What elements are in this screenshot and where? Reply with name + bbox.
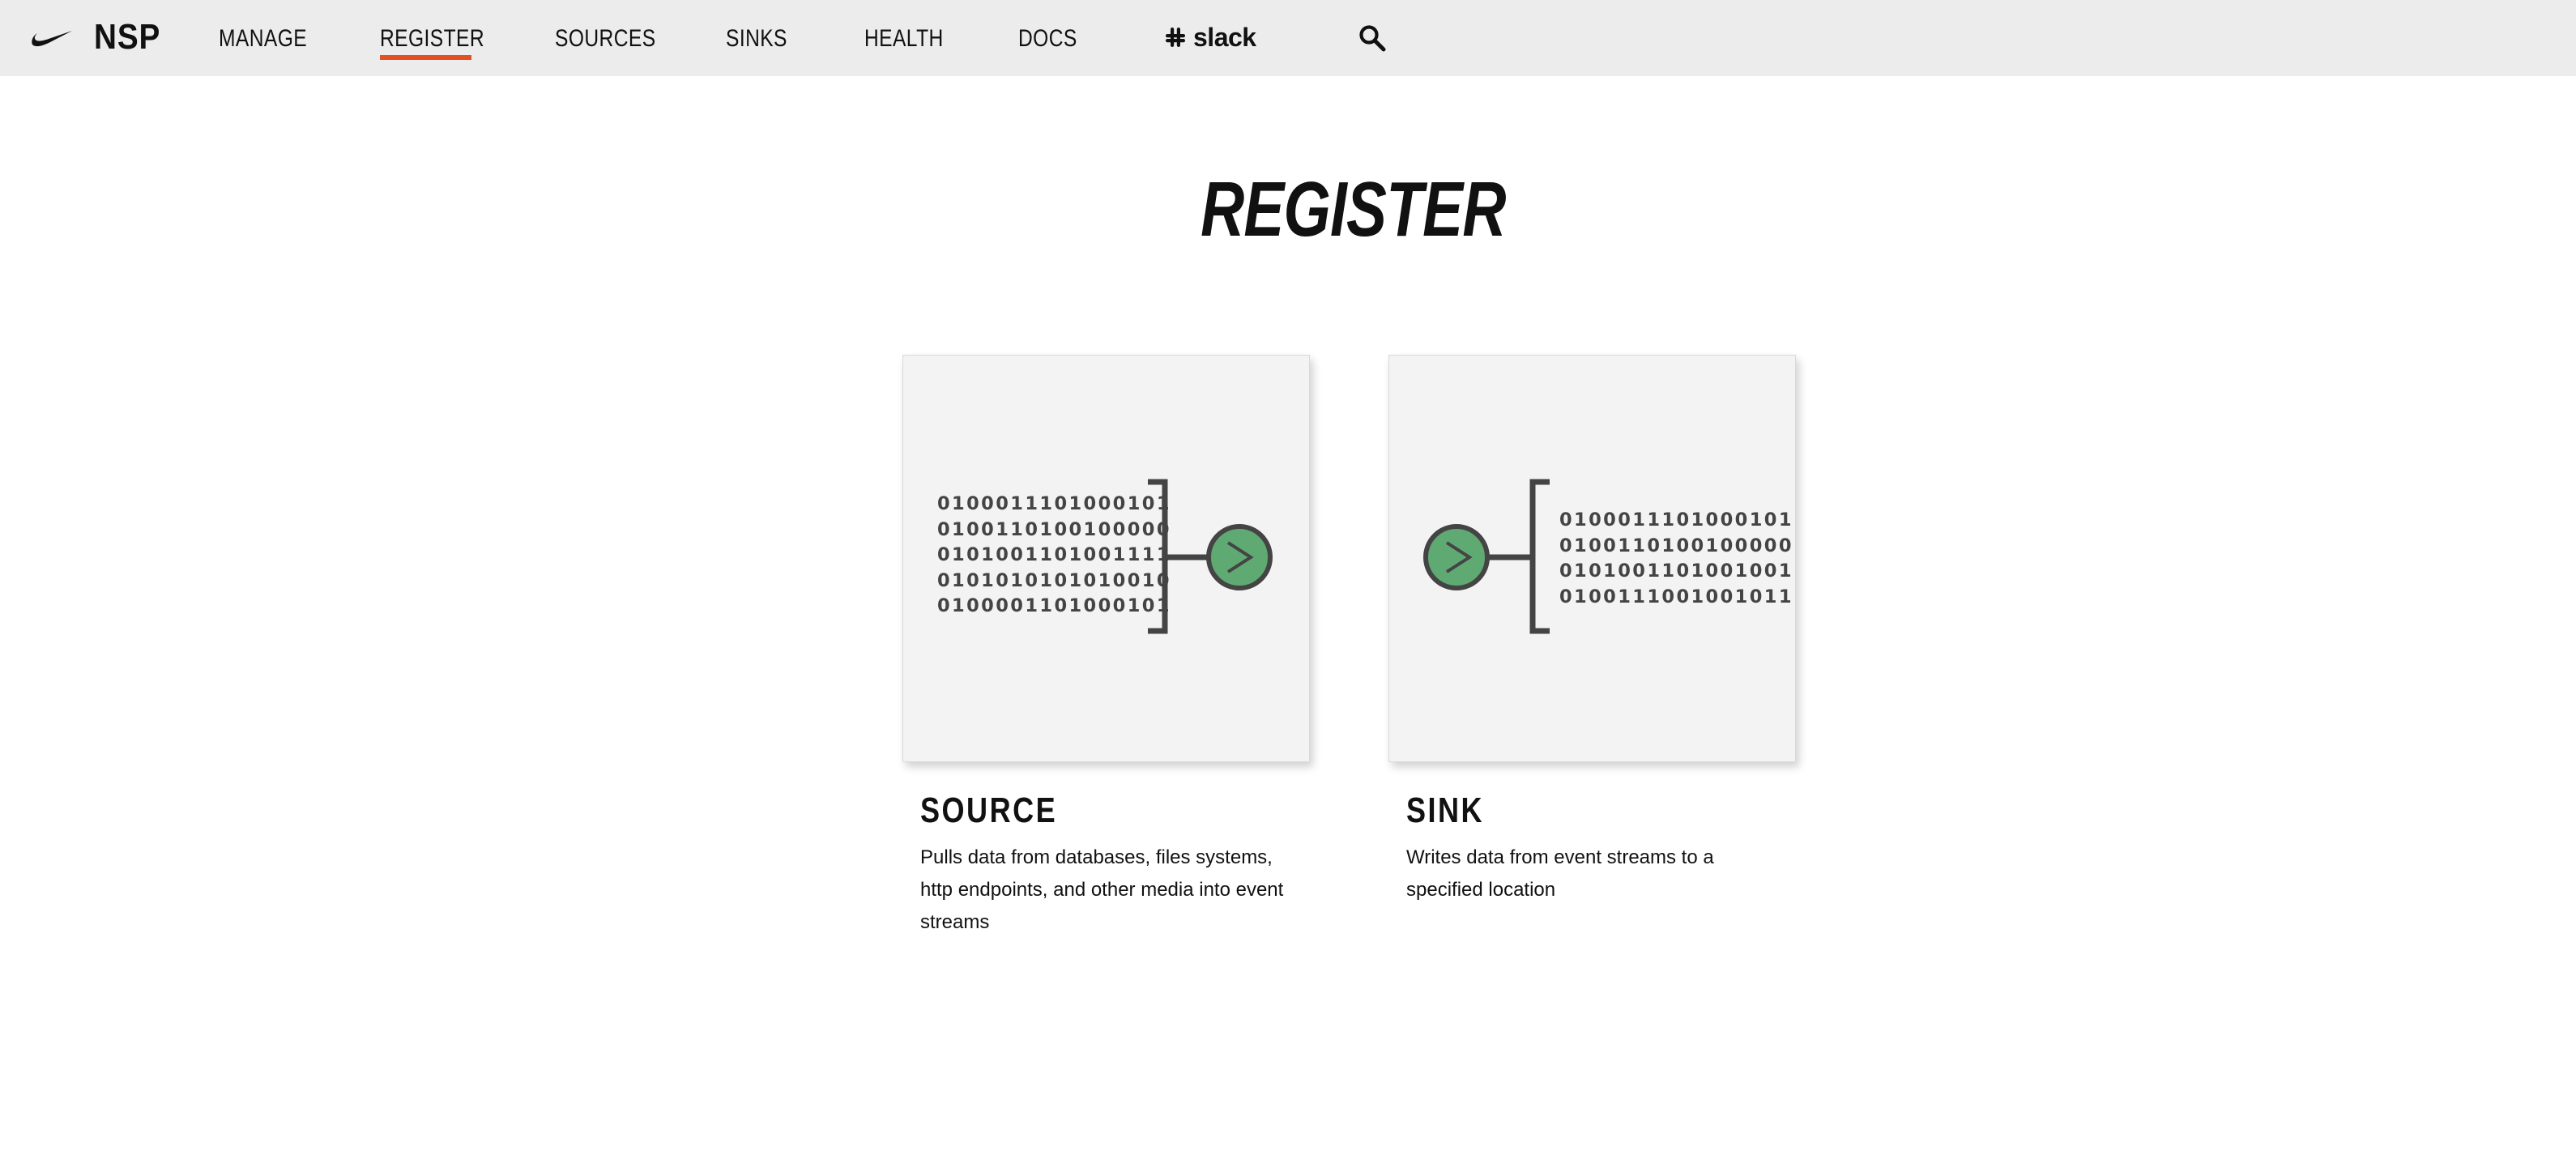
nav-item-sources[interactable]: SOURCES: [555, 23, 656, 55]
source-card[interactable]: 0100011101000101 0100110100100000 010100…: [902, 355, 1310, 762]
active-nav-indicator: [380, 55, 471, 60]
slack-icon: [1166, 28, 1185, 47]
arrow-right-circle-icon: [1206, 524, 1273, 590]
sink-card[interactable]: 0100011101000101 0100110100100000 010100…: [1388, 355, 1796, 762]
source-card-description: Pulls data from databases, files systems…: [920, 846, 1284, 933]
sink-card-description: Writes data from event streams to a spec…: [1406, 846, 1714, 901]
nav-item-register[interactable]: REGISTER: [380, 23, 484, 55]
top-nav-bar: NSP MANAGE REGISTER SOURCES SINKS HEALTH…: [0, 0, 2576, 76]
page-title: REGISTER: [1200, 166, 1506, 253]
brand-logo[interactable]: NSP: [94, 15, 160, 60]
slack-label: slack: [1193, 22, 1256, 52]
slack-link[interactable]: slack: [1162, 21, 1256, 53]
nav-item-manage[interactable]: MANAGE: [219, 23, 307, 55]
arrow-right-circle-icon: [1423, 524, 1490, 590]
sink-diagram: [1423, 479, 1550, 634]
nav-item-sinks[interactable]: SINKS: [726, 23, 787, 55]
nav-item-health[interactable]: HEALTH: [864, 23, 944, 55]
nav-item-docs[interactable]: DOCS: [1018, 23, 1077, 55]
search-icon[interactable]: [1358, 23, 1387, 53]
source-diagram: [1148, 479, 1273, 634]
source-card-title[interactable]: SOURCE: [920, 789, 1057, 833]
sink-card-title[interactable]: SINK: [1406, 789, 1484, 833]
nike-swoosh-icon[interactable]: [31, 27, 73, 48]
